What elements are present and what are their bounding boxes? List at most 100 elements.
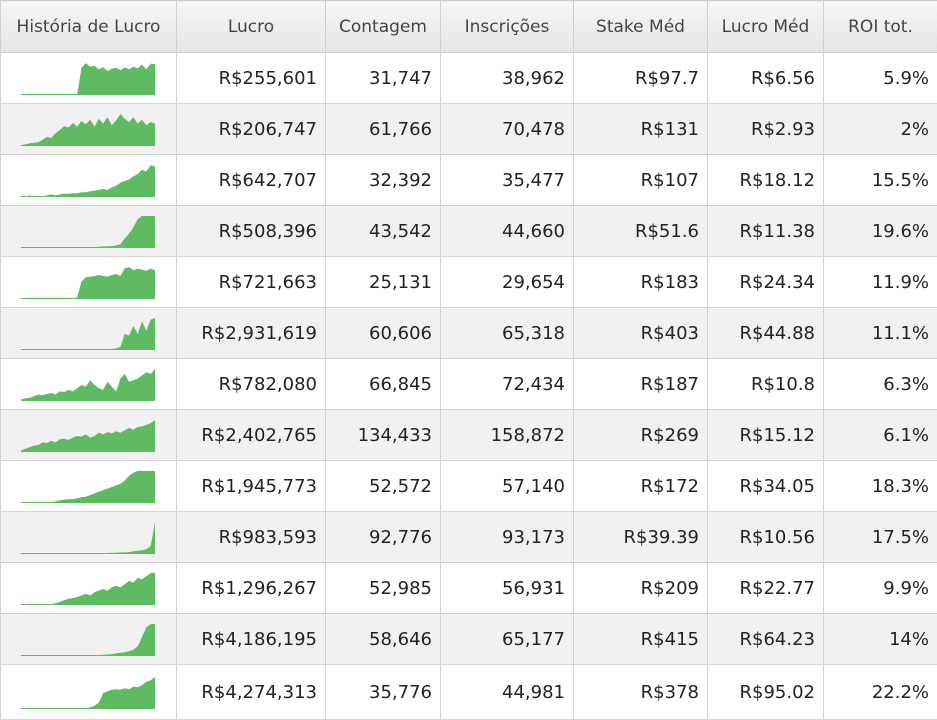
cell-lucro-med: R$10.8 xyxy=(707,358,824,410)
table-row[interactable]: R$1,945,773 52,572 57,140 R$172 R$34.05 18.3% xyxy=(0,460,937,512)
cell-lucro-med: R$24.34 xyxy=(707,256,824,308)
cell-lucro: R$508,396 xyxy=(176,205,326,257)
profit-history-sparkline xyxy=(0,358,177,410)
table-row[interactable]: R$983,593 92,776 93,173 R$39.39 R$10.56 17.5% xyxy=(0,511,937,563)
col-header-contagem[interactable]: Contagem xyxy=(325,0,441,53)
col-header-historia[interactable]: História de Lucro xyxy=(0,0,177,53)
col-header-lucro-med[interactable]: Lucro Méd xyxy=(707,0,824,53)
profit-history-sparkline xyxy=(0,256,177,308)
table-row[interactable]: R$1,296,267 52,985 56,931 R$209 R$22.77 9.9% xyxy=(0,562,937,614)
profit-table: História de Lucro Lucro Contagem Inscriç… xyxy=(0,0,937,720)
cell-stake-med: R$183 xyxy=(573,256,708,308)
profit-history-sparkline xyxy=(0,511,177,563)
cell-lucro-med: R$34.05 xyxy=(707,460,824,512)
cell-contagem: 60,606 xyxy=(325,307,441,359)
cell-lucro: R$721,663 xyxy=(176,256,326,308)
cell-roi: 9.9% xyxy=(823,562,937,614)
cell-inscricoes: 57,140 xyxy=(440,460,574,512)
cell-roi: 22.2% xyxy=(823,664,937,720)
cell-roi: 2% xyxy=(823,103,937,155)
profit-history-sparkline xyxy=(0,613,177,665)
cell-roi: 11.1% xyxy=(823,307,937,359)
cell-roi: 11.9% xyxy=(823,256,937,308)
col-header-inscricoes[interactable]: Inscrições xyxy=(440,0,574,53)
cell-lucro-med: R$10.56 xyxy=(707,511,824,563)
sparkline-chart xyxy=(21,267,155,299)
cell-lucro: R$2,931,619 xyxy=(176,307,326,359)
sparkline-chart xyxy=(21,63,155,95)
sparkline-area xyxy=(21,216,155,248)
cell-stake-med: R$51.6 xyxy=(573,205,708,257)
cell-lucro: R$4,274,313 xyxy=(176,664,326,720)
table-row[interactable]: R$4,186,195 58,646 65,177 R$415 R$64.23 14% xyxy=(0,613,937,665)
cell-roi: 19.6% xyxy=(823,205,937,257)
sparkline-chart xyxy=(21,677,155,709)
sparkline-area xyxy=(21,573,155,605)
cell-stake-med: R$209 xyxy=(573,562,708,614)
sparkline-chart xyxy=(21,420,155,452)
cell-lucro-med: R$22.77 xyxy=(707,562,824,614)
cell-inscricoes: 70,478 xyxy=(440,103,574,155)
cell-lucro: R$4,186,195 xyxy=(176,613,326,665)
cell-stake-med: R$131 xyxy=(573,103,708,155)
sparkline-chart xyxy=(21,216,155,248)
sparkline-chart xyxy=(21,165,155,197)
sparkline-chart xyxy=(21,369,155,401)
cell-inscricoes: 65,177 xyxy=(440,613,574,665)
cell-stake-med: R$378 xyxy=(573,664,708,720)
sparkline-area xyxy=(21,63,155,95)
profit-history-sparkline xyxy=(0,664,177,720)
cell-contagem: 32,392 xyxy=(325,154,441,206)
cell-stake-med: R$39.39 xyxy=(573,511,708,563)
sparkline-area xyxy=(21,624,155,656)
cell-contagem: 61,766 xyxy=(325,103,441,155)
cell-roi: 18.3% xyxy=(823,460,937,512)
cell-stake-med: R$403 xyxy=(573,307,708,359)
profit-history-sparkline xyxy=(0,52,177,104)
sparkline-area xyxy=(21,369,155,401)
cell-contagem: 66,845 xyxy=(325,358,441,410)
profit-history-sparkline xyxy=(0,409,177,461)
sparkline-chart xyxy=(21,522,155,554)
cell-roi: 6.1% xyxy=(823,409,937,461)
profit-history-sparkline xyxy=(0,154,177,206)
table-body: R$255,601 31,747 38,962 R$97.7 R$6.56 5.9% R$2… xyxy=(0,52,937,720)
sparkline-area xyxy=(21,267,155,299)
table-row[interactable]: R$721,663 25,131 29,654 R$183 R$24.34 11.9% xyxy=(0,256,937,308)
table-row[interactable]: R$782,080 66,845 72,434 R$187 R$10.8 6.3% xyxy=(0,358,937,410)
table-row[interactable]: R$2,931,619 60,606 65,318 R$403 R$44.88 11.1% xyxy=(0,307,937,359)
sparkline-chart xyxy=(21,624,155,656)
table-row[interactable]: R$4,274,313 35,776 44,981 R$378 R$95.02 22.2% xyxy=(0,664,937,720)
cell-inscricoes: 158,872 xyxy=(440,409,574,461)
cell-stake-med: R$187 xyxy=(573,358,708,410)
cell-contagem: 35,776 xyxy=(325,664,441,720)
profit-history-sparkline xyxy=(0,205,177,257)
cell-lucro-med: R$18.12 xyxy=(707,154,824,206)
cell-lucro: R$255,601 xyxy=(176,52,326,104)
sparkline-chart xyxy=(21,471,155,503)
cell-inscricoes: 44,981 xyxy=(440,664,574,720)
cell-inscricoes: 35,477 xyxy=(440,154,574,206)
cell-lucro: R$782,080 xyxy=(176,358,326,410)
table-row[interactable]: R$206,747 61,766 70,478 R$131 R$2.93 2% xyxy=(0,103,937,155)
col-header-roi[interactable]: ROI tot. xyxy=(823,0,937,53)
col-header-stake-med[interactable]: Stake Méd xyxy=(573,0,708,53)
cell-lucro: R$2,402,765 xyxy=(176,409,326,461)
sparkline-area xyxy=(21,318,155,350)
table-row[interactable]: R$2,402,765 134,433 158,872 R$269 R$15.12 6.1… xyxy=(0,409,937,461)
profit-history-sparkline xyxy=(0,460,177,512)
cell-lucro-med: R$11.38 xyxy=(707,205,824,257)
table-row[interactable]: R$642,707 32,392 35,477 R$107 R$18.12 15.5% xyxy=(0,154,937,206)
sparkline-area xyxy=(21,114,155,146)
profit-history-sparkline xyxy=(0,103,177,155)
col-header-lucro[interactable]: Lucro xyxy=(176,0,326,53)
table-row[interactable]: R$255,601 31,747 38,962 R$97.7 R$6.56 5.9% xyxy=(0,52,937,104)
cell-lucro-med: R$44.88 xyxy=(707,307,824,359)
table-row[interactable]: R$508,396 43,542 44,660 R$51.6 R$11.38 19.6% xyxy=(0,205,937,257)
sparkline-area xyxy=(21,471,155,503)
cell-roi: 6.3% xyxy=(823,358,937,410)
cell-contagem: 43,542 xyxy=(325,205,441,257)
cell-lucro-med: R$2.93 xyxy=(707,103,824,155)
table-header: História de Lucro Lucro Contagem Inscriç… xyxy=(0,0,937,53)
cell-lucro-med: R$64.23 xyxy=(707,613,824,665)
